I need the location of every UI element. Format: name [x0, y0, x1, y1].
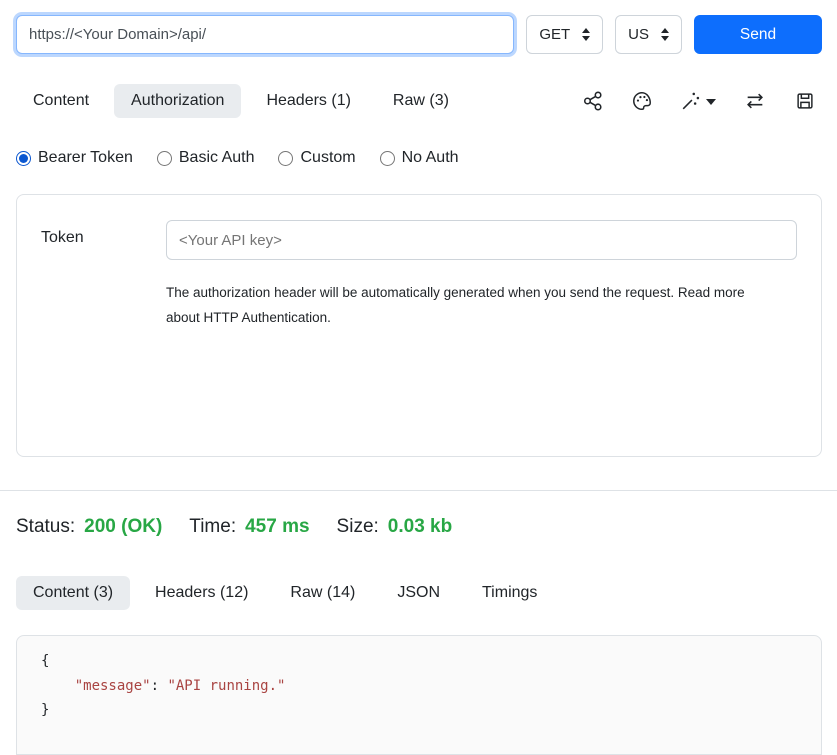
tab-response-timings[interactable]: Timings [465, 576, 554, 610]
section-divider [0, 490, 837, 491]
tab-headers[interactable]: Headers (1) [249, 84, 367, 118]
select-arrows-icon [582, 28, 590, 41]
size-item: Size: 0.03 kb [337, 516, 453, 538]
token-panel-main: The authorization header will be automat… [166, 220, 797, 431]
tab-raw[interactable]: Raw (3) [376, 84, 466, 118]
tab-response-raw[interactable]: Raw (14) [273, 576, 372, 610]
auth-type-group: Bearer Token Basic Auth Custom No Auth [16, 149, 822, 167]
tab-content[interactable]: Content [16, 84, 106, 118]
response-tabs: Content (3) Headers (12) Raw (14) JSON T… [16, 576, 822, 610]
auth-option-basic-auth[interactable]: Basic Auth [157, 149, 255, 167]
time-value: 457 ms [245, 516, 309, 538]
token-label: Token [41, 220, 166, 431]
tab-authorization[interactable]: Authorization [114, 84, 241, 118]
radio-bearer-token[interactable] [16, 151, 31, 166]
token-input[interactable] [166, 220, 797, 260]
token-help-text: The authorization header will be automat… [166, 280, 746, 330]
request-toolbar [582, 90, 822, 112]
response-status-bar: Status: 200 (OK) Time: 457 ms Size: 0.03… [16, 516, 822, 538]
method-select-value: GET [539, 26, 570, 43]
auth-option-label: No Auth [402, 149, 459, 167]
radio-basic-auth[interactable] [157, 151, 172, 166]
response-body-panel: { "message": "API running." } [16, 635, 822, 755]
request-bar: GET US Send [16, 15, 822, 54]
status-item: Status: 200 (OK) [16, 516, 162, 538]
time-item: Time: 457 ms [189, 516, 309, 538]
size-label: Size: [337, 516, 379, 538]
code-brace-open: { [41, 653, 49, 669]
token-panel: Token The authorization header will be a… [16, 194, 822, 457]
auth-option-custom[interactable]: Custom [278, 149, 355, 167]
url-input[interactable] [16, 15, 514, 54]
send-button[interactable]: Send [694, 15, 822, 54]
auth-option-bearer-token[interactable]: Bearer Token [16, 149, 133, 167]
size-value: 0.03 kb [388, 516, 452, 538]
tab-response-json[interactable]: JSON [380, 576, 457, 610]
radio-custom[interactable] [278, 151, 293, 166]
auth-option-no-auth[interactable]: No Auth [380, 149, 459, 167]
code-brace-close: } [41, 702, 49, 718]
chevron-down-icon [706, 99, 716, 105]
swap-arrows-icon[interactable] [743, 90, 767, 112]
auth-option-label: Bearer Token [38, 149, 133, 167]
time-label: Time: [189, 516, 236, 538]
tab-response-headers[interactable]: Headers (12) [138, 576, 265, 610]
code-separator: : [151, 678, 168, 694]
region-select[interactable]: US [615, 15, 682, 54]
save-icon[interactable] [794, 90, 816, 112]
share-nodes-icon[interactable] [582, 90, 604, 112]
auth-option-label: Custom [300, 149, 355, 167]
response-body: { "message": "API running." } [41, 649, 805, 723]
magic-wand-icon[interactable] [680, 90, 716, 112]
auth-option-label: Basic Auth [179, 149, 255, 167]
tab-response-content[interactable]: Content (3) [16, 576, 130, 610]
code-indent [41, 678, 75, 694]
region-select-value: US [628, 26, 649, 43]
method-select[interactable]: GET [526, 15, 603, 54]
select-arrows-icon [661, 28, 669, 41]
api-client-page: GET US Send Content Authorization Header… [0, 0, 837, 755]
status-value: 200 (OK) [84, 516, 162, 538]
code-key: "message" [75, 678, 151, 694]
code-value: "API running." [167, 678, 285, 694]
request-tabs: Content Authorization Headers (1) Raw (3… [16, 84, 822, 118]
palette-icon[interactable] [631, 90, 653, 112]
radio-no-auth[interactable] [380, 151, 395, 166]
status-label: Status: [16, 516, 75, 538]
